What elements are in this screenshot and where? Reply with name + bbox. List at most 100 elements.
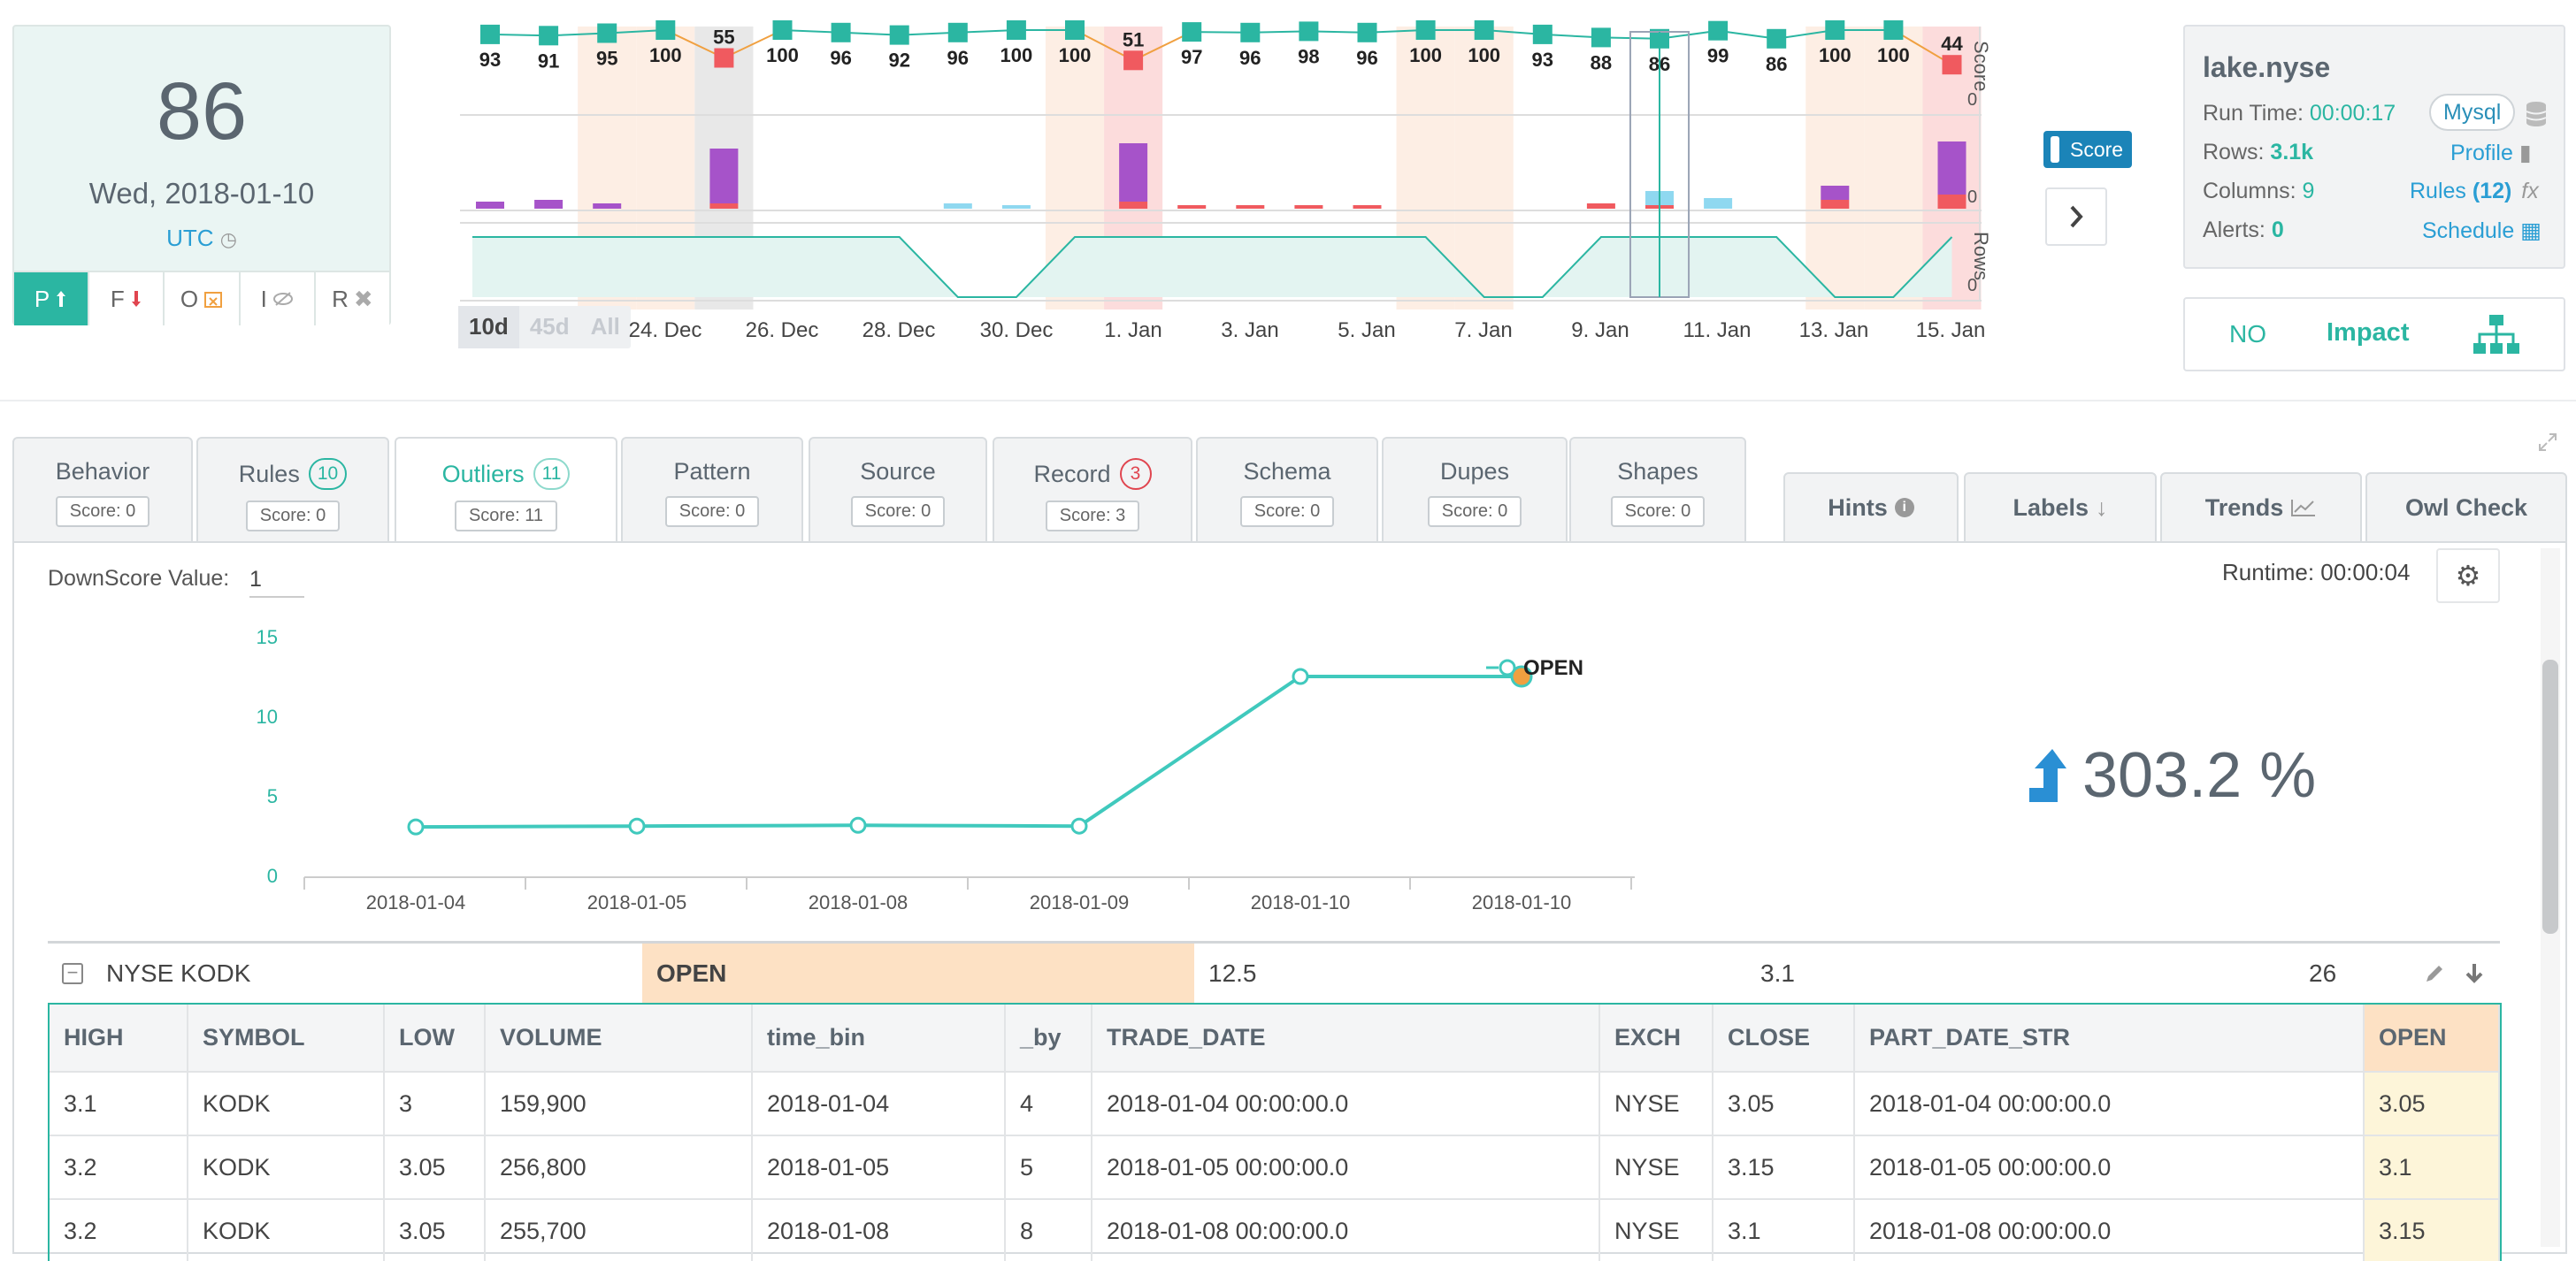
table-row[interactable]: 3.2 KODK 3.05 255,700 2018-01-08 8 2018-… (50, 1199, 2500, 1261)
tab-outliers[interactable]: Outliers 11 Score: 11 (395, 437, 617, 543)
tab-behavior[interactable]: Behavior Score: 0 (12, 437, 193, 543)
timezone-label[interactable]: UTC ◷ (14, 225, 389, 252)
profile-link[interactable]: Profile ▮ (2450, 140, 2532, 166)
tab-hints-label: Hints (1828, 493, 1888, 521)
column-header[interactable]: SYMBOL (188, 1005, 385, 1073)
x-tick-label: 2018-01-04 (366, 891, 466, 911)
tab-outliers-score: Score: 11 (454, 501, 558, 531)
filter-buttons: P F O I R ✖ (14, 271, 389, 325)
score-label: 100 (766, 44, 799, 66)
table-row[interactable]: 3.1 KODK 3 159,900 2018-01-04 4 2018-01-… (50, 1072, 2500, 1136)
timeline-chart[interactable]: 93 91 95 100 55 100 96 92 96 100 100 51 97 96 98 96 100 1… (442, 12, 2017, 313)
column-header[interactable]: _by (1005, 1005, 1092, 1073)
arrow-up-icon (2029, 749, 2066, 802)
score-value: 86 (156, 66, 248, 157)
change-percent: 303.2 % (2028, 739, 2316, 812)
column-header[interactable]: EXCH (1599, 1005, 1714, 1073)
tab-hints[interactable]: Hints i (1783, 472, 1959, 543)
outlier-group-row[interactable]: − NYSE KODK OPEN 12.5 3.1 26 (48, 941, 2500, 1003)
score-point (1415, 20, 1436, 40)
tab-trends[interactable]: Trends (2160, 472, 2362, 543)
columns-line: Columns: 9 (2203, 179, 2314, 204)
column-header[interactable]: VOLUME (485, 1005, 753, 1073)
legend-swatch-point (1499, 659, 1516, 676)
expand-icon[interactable] (2537, 432, 2558, 453)
table-cell: 159,900 (485, 1072, 753, 1136)
next-button[interactable] (2045, 187, 2107, 246)
table-row[interactable]: 3.2 KODK 3.05 256,800 2018-01-05 5 2018-… (50, 1135, 2500, 1200)
run-time-label: Run Time: (2203, 101, 2304, 126)
tab-labels[interactable]: Labels ↓ (1964, 472, 2157, 543)
downscore-input[interactable] (249, 562, 304, 598)
x-tick-label: 2018-01-10 (1472, 891, 1572, 911)
tab-dupes[interactable]: Dupes Score: 0 (1382, 437, 1568, 543)
column-header[interactable]: TRADE_DATE (1092, 1005, 1600, 1073)
score-point (1825, 20, 1845, 40)
score-toggle[interactable]: Score (2043, 131, 2132, 168)
scrollbar-thumb[interactable] (2542, 660, 2558, 934)
x-tick-label: 2018-01-10 (1251, 891, 1351, 911)
tab-pattern-label: Pattern (673, 458, 751, 485)
table-cell: 2018-01-04 (752, 1072, 1006, 1136)
bar-segment (1001, 205, 1031, 209)
download-icon[interactable] (2465, 944, 2484, 1003)
y-tick-label: 0 (267, 865, 278, 887)
collapse-toggle[interactable]: − (62, 944, 83, 1003)
table-cell: 256,800 (485, 1135, 753, 1200)
rules-link[interactable]: Rules (12) fx (2410, 179, 2539, 204)
range-45d-button[interactable]: 45d (519, 306, 580, 348)
column-header[interactable]: CLOSE (1713, 1005, 1855, 1073)
settings-button[interactable]: ⚙ (2436, 548, 2500, 603)
column-header[interactable]: time_bin (752, 1005, 1006, 1073)
range-all-button[interactable]: All (580, 306, 631, 348)
tab-source[interactable]: Source Score: 0 (809, 437, 987, 543)
tab-owl-check[interactable]: Owl Check (2365, 472, 2567, 543)
schedule-link[interactable]: Schedule ▦ (2422, 218, 2542, 244)
tab-record[interactable]: Record 3 Score: 3 (993, 437, 1192, 543)
table-cell: 3.1 (50, 1072, 188, 1136)
column-header-open[interactable]: OPEN (2364, 1005, 2500, 1073)
rows-axis-label: Rows (1970, 232, 1992, 281)
bar-segment (1353, 205, 1382, 209)
column-header[interactable]: PART_DATE_STR (1854, 1005, 2365, 1073)
date-label: 7. Jan (1454, 318, 1513, 342)
filter-i-button[interactable]: I (241, 272, 316, 325)
score-label: 99 (1707, 45, 1729, 67)
filter-p-button[interactable]: P (14, 272, 90, 325)
clock-icon: ◷ (219, 228, 237, 250)
score-point (480, 24, 500, 44)
score-point (1123, 50, 1144, 71)
column-header[interactable]: LOW (384, 1005, 486, 1073)
dataset-title: lake.nyse (2203, 51, 2331, 83)
series-line (415, 675, 1522, 829)
filter-r-button[interactable]: R ✖ (316, 272, 389, 325)
pencil-icon[interactable] (2424, 944, 2445, 1003)
filter-f-button[interactable]: F (89, 272, 165, 325)
db-type-pill[interactable]: Mysql (2429, 94, 2516, 131)
filter-o-button[interactable]: O (165, 272, 241, 325)
tab-dupes-score: Score: 0 (1427, 496, 1522, 527)
rows-line: Rows: 3.1k (2203, 140, 2313, 165)
close-icon: ✖ (353, 285, 373, 312)
tab-rules-score: Score: 0 (245, 501, 341, 531)
downscore-label: DownScore Value: (48, 566, 230, 591)
group-count: 26 (2309, 959, 2337, 987)
rows-label: Rows: (2203, 140, 2265, 164)
impact-card[interactable]: NO Impact (2183, 297, 2565, 371)
score-label: 96 (830, 47, 851, 69)
group-value: 12.5 (1208, 959, 1257, 987)
range-10d-button[interactable]: 10d (458, 306, 519, 348)
tab-rules[interactable]: Rules 10 Score: 0 (196, 437, 389, 543)
column-header[interactable]: HIGH (50, 1005, 188, 1073)
table-cell: 3.05 (384, 1135, 486, 1200)
score-point (597, 23, 617, 43)
tab-shapes[interactable]: Shapes Score: 0 (1569, 437, 1746, 543)
line-chart-icon (2291, 500, 2316, 516)
score-point (772, 20, 793, 40)
tab-pattern[interactable]: Pattern Score: 0 (621, 437, 803, 543)
tab-pattern-score: Score: 0 (664, 496, 760, 527)
score-point (1240, 22, 1261, 42)
score-point (1474, 20, 1494, 40)
outlier-line-chart[interactable]: 0 5 10 15 2018-01-04 2018-01-05 2018-01-08 2018… (212, 619, 1663, 911)
tab-schema[interactable]: Schema Score: 0 (1196, 437, 1378, 543)
